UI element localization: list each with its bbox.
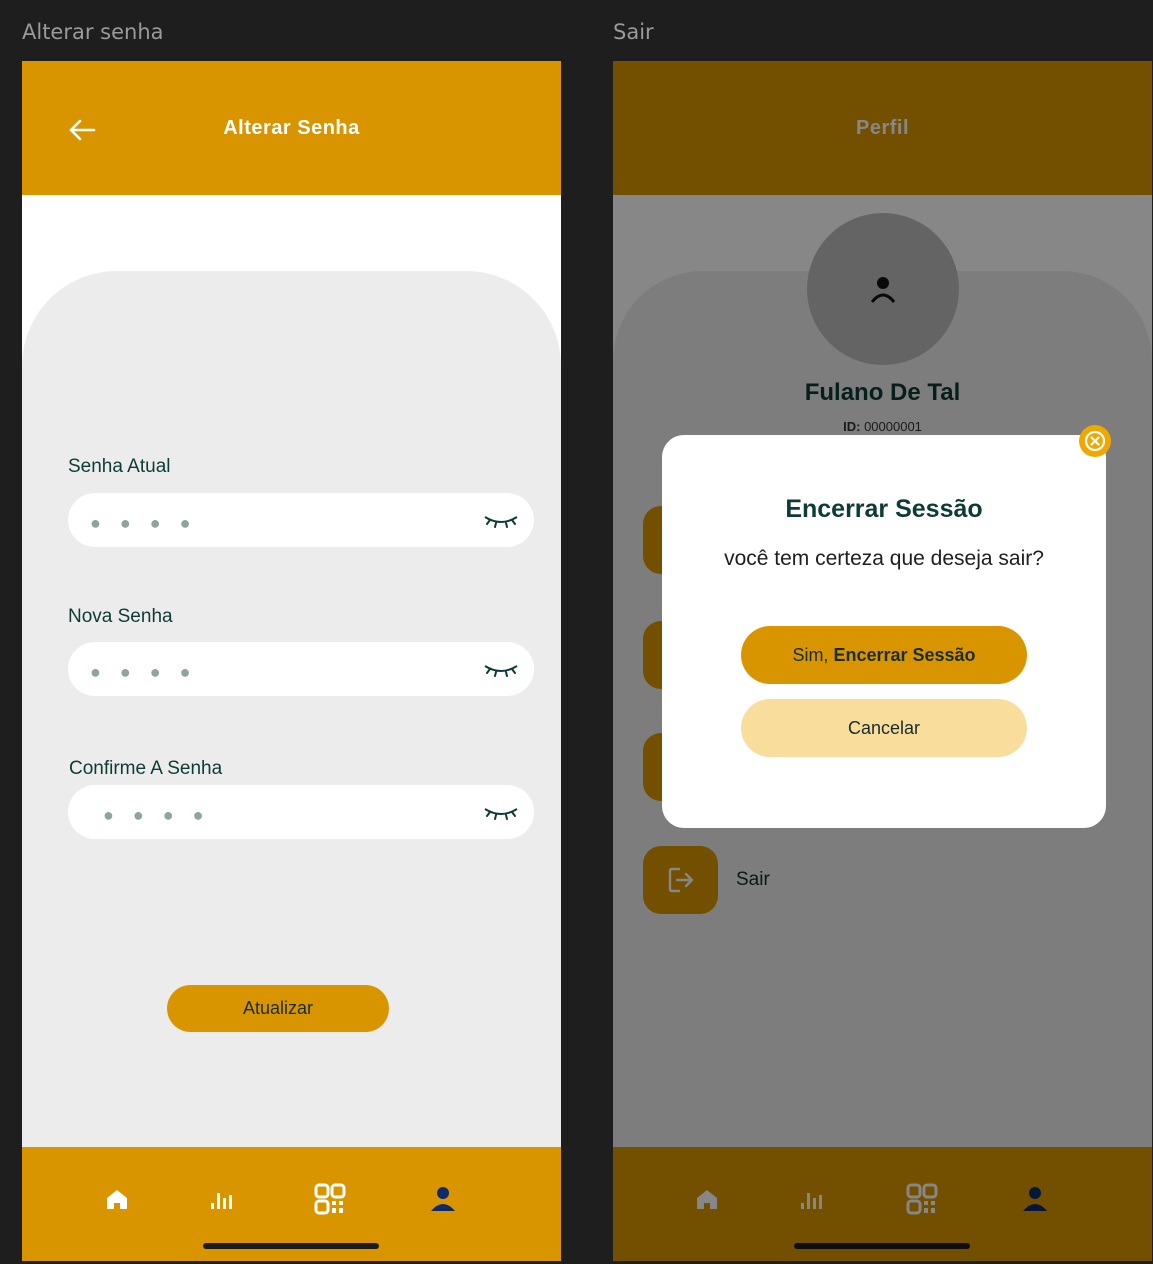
form-card	[22, 271, 561, 1171]
confirm-logout-button[interactable]: Sim, Encerrar Sessão	[741, 626, 1027, 684]
dialog-message: você tem certeza que deseja sair?	[724, 547, 1044, 570]
close-dialog-button[interactable]	[1079, 425, 1111, 457]
update-button[interactable]: Atualizar	[167, 985, 389, 1032]
dialog-title: Encerrar Sessão	[785, 495, 983, 523]
qr-code-icon[interactable]	[312, 1181, 348, 1217]
eye-closed-icon[interactable]	[482, 658, 520, 680]
cancel-button[interactable]: Cancelar	[741, 699, 1027, 757]
field-label-new-password: Nova Senha	[68, 606, 173, 627]
logout-dialog: Encerrar Sessão você tem certeza que des…	[662, 435, 1106, 828]
confirm-password-input[interactable]: ● ● ● ●	[68, 785, 534, 839]
home-indicator	[203, 1243, 379, 1249]
profile-icon[interactable]	[425, 1181, 461, 1217]
eye-closed-icon[interactable]	[482, 801, 520, 823]
profile-screen: Perfil Fulano De Tal ID: 00000001 Sair E…	[613, 61, 1152, 1261]
frame-title-alterar-senha: Alterar senha	[22, 20, 164, 44]
password-mask: ● ● ● ●	[90, 662, 198, 682]
frame-title-sair: Sair	[613, 20, 654, 44]
change-password-screen: Alterar Senha Senha Atual ● ● ● ● Nova S…	[22, 61, 561, 1261]
field-label-current-password: Senha Atual	[68, 456, 171, 477]
close-icon	[1084, 430, 1106, 452]
eye-closed-icon[interactable]	[482, 509, 520, 531]
page-title: Alterar Senha	[223, 117, 360, 139]
new-password-input[interactable]: ● ● ● ●	[68, 642, 534, 696]
field-label-confirm-password: Confirme A Senha	[69, 758, 223, 779]
confirm-prefix: Sim,	[792, 645, 834, 665]
app-header: Alterar Senha	[22, 61, 561, 195]
chart-icon[interactable]	[203, 1181, 239, 1217]
password-mask: ● ● ● ●	[90, 513, 198, 533]
current-password-input[interactable]: ● ● ● ●	[68, 493, 534, 547]
password-mask: ● ● ● ●	[103, 805, 211, 825]
confirm-bold: Encerrar Sessão	[833, 645, 976, 665]
home-icon[interactable]	[99, 1181, 135, 1217]
bottom-nav	[22, 1147, 561, 1261]
